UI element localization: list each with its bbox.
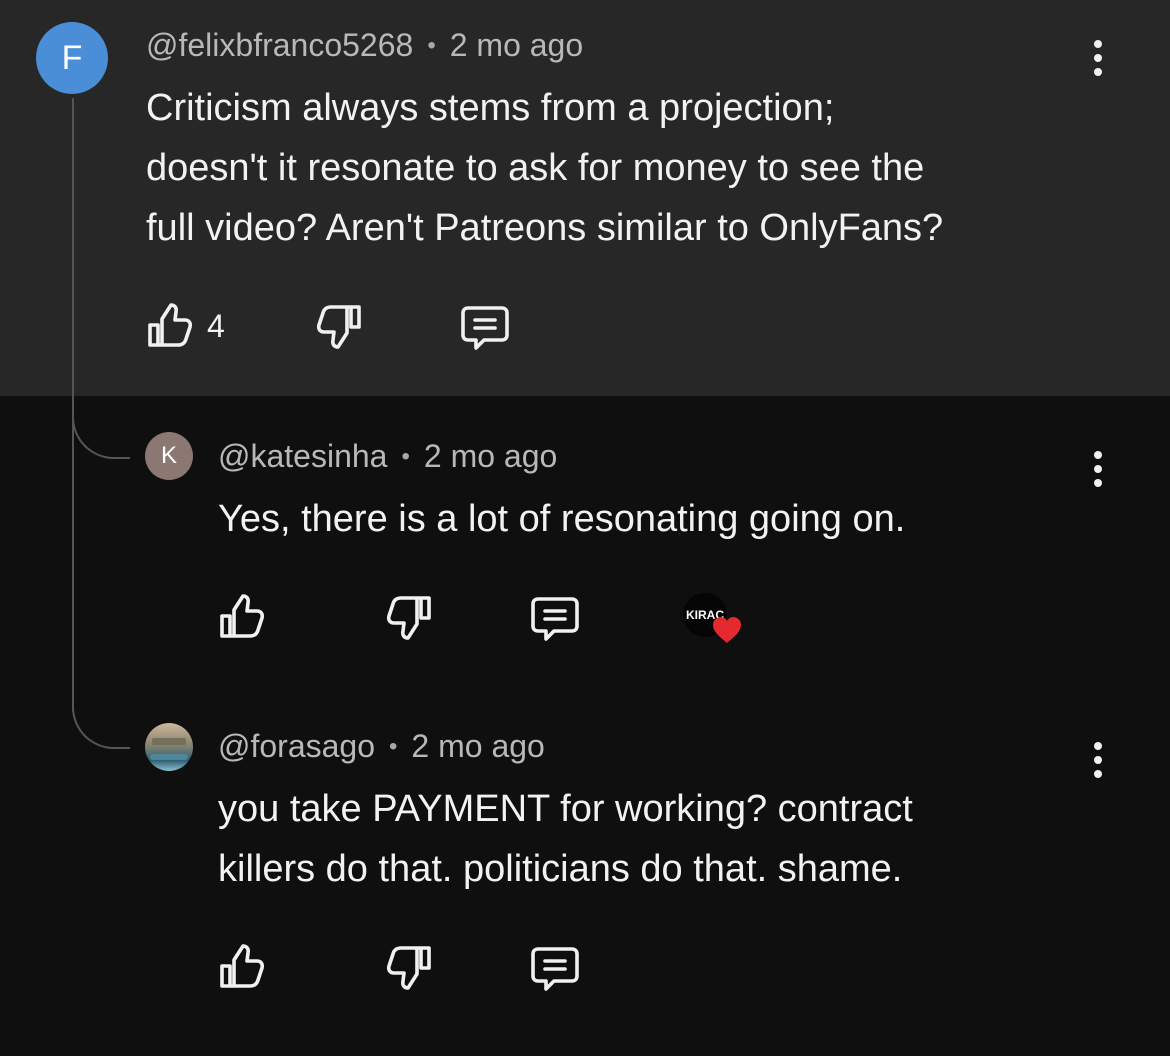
katesinha-avatar-letter: K	[160, 442, 177, 469]
more-dot	[1094, 479, 1102, 487]
forasago-comment-meta: @forasago • 2 mo ago	[218, 730, 545, 762]
highlighted-comment: F @felixbfranco5268 • 2 mo ago Criticism a…	[0, 0, 1170, 396]
more-dot	[1094, 40, 1102, 48]
forasago-comment-time: 2 mo ago	[411, 728, 545, 764]
forasago-comment-text: you take PAYMENT for working? contract k…	[218, 788, 913, 890]
meta-separator: •	[401, 443, 410, 470]
forasago-dislike-button[interactable]	[385, 942, 435, 992]
thumb-down-icon	[385, 942, 435, 992]
more-dot	[1094, 465, 1102, 473]
thread-line	[72, 98, 74, 712]
thumb-up-icon	[216, 942, 266, 992]
thumb-down-icon	[315, 301, 365, 351]
more-dot	[1094, 451, 1102, 459]
more-dot	[1094, 54, 1102, 62]
katesinha-avatar[interactable]: K	[145, 432, 193, 480]
katesinha-username[interactable]: @katesinha	[218, 438, 387, 474]
reply-comment-icon	[530, 592, 580, 642]
thumb-up-icon	[144, 301, 194, 351]
katesinha-like-button[interactable]	[216, 592, 266, 642]
felix-comment-time: 2 mo ago	[449, 27, 584, 63]
thumb-up-icon	[216, 592, 266, 642]
katesinha-more-button[interactable]	[1085, 445, 1111, 493]
thumb-down-icon	[385, 592, 435, 642]
felix-like-count: 4	[207, 308, 225, 344]
meta-separator: •	[427, 32, 436, 59]
more-dot	[1094, 756, 1102, 764]
reply-comment-icon	[460, 301, 510, 351]
reply-comment-icon	[530, 942, 580, 992]
comment-thread-screen: F @felixbfranco5268 • 2 mo ago Criticism a…	[0, 0, 1170, 1056]
creator-heart-badge[interactable]: KIRAC	[683, 593, 745, 645]
forasago-like-button[interactable]	[216, 942, 266, 992]
forasago-avatar[interactable]	[145, 723, 193, 771]
felix-like-button[interactable]: 4	[144, 301, 225, 351]
more-dot	[1094, 68, 1102, 76]
more-dot	[1094, 742, 1102, 750]
katesinha-comment-meta: @katesinha • 2 mo ago	[218, 440, 557, 472]
katesinha-comment-time: 2 mo ago	[423, 438, 558, 474]
more-dot	[1094, 770, 1102, 778]
felix-comment-meta: @felixbfranco5268 • 2 mo ago	[146, 29, 583, 61]
felix-avatar-letter: F	[61, 39, 83, 77]
forasago-username[interactable]: @forasago	[218, 728, 375, 764]
felix-comment-text: Criticism always stems from a projection…	[146, 87, 944, 249]
felix-reply-button[interactable]	[460, 301, 510, 351]
meta-separator: •	[389, 733, 398, 760]
forasago-reply-button[interactable]	[530, 942, 580, 992]
katesinha-comment-text: Yes, there is a lot of resonating going …	[218, 498, 906, 540]
felix-username[interactable]: @felixbfranco5268	[146, 27, 413, 63]
heart-icon	[711, 615, 743, 645]
felix-dislike-button[interactable]	[315, 301, 365, 351]
katesinha-dislike-button[interactable]	[385, 592, 435, 642]
felix-avatar[interactable]: F	[36, 22, 108, 94]
forasago-more-button[interactable]	[1085, 736, 1111, 784]
katesinha-reply-button[interactable]	[530, 592, 580, 642]
felix-more-button[interactable]	[1085, 34, 1111, 82]
